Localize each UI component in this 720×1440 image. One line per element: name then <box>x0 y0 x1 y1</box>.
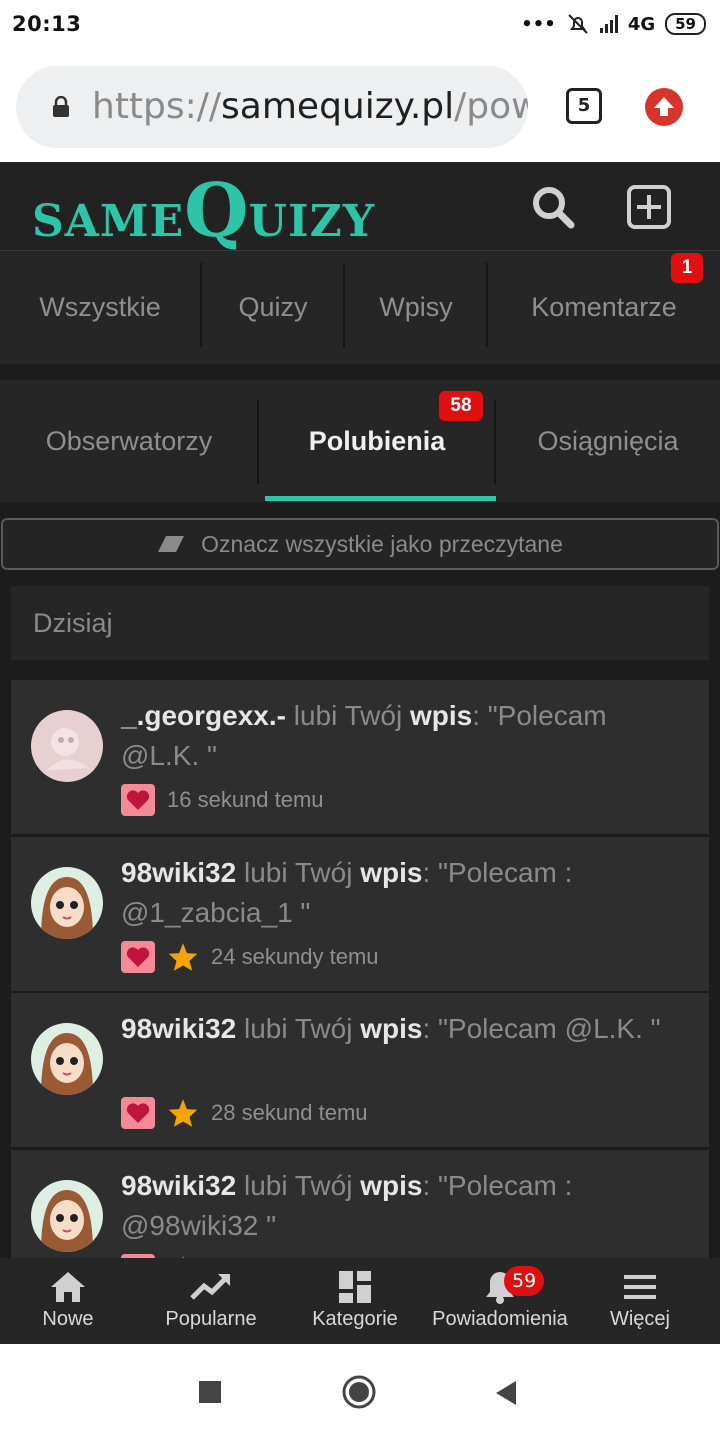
browser-toolbar: https://samequizy.pl/pow 5 <box>0 52 720 162</box>
notifications-count-badge: 59 <box>504 1266 545 1296</box>
notification-time: 28 sekund temu <box>211 1100 368 1125</box>
tab-quizy[interactable]: Quizy <box>202 251 344 364</box>
site-header: SAMEQUIZY <box>0 162 720 254</box>
nav-powiadomienia[interactable]: Powiadomienia <box>424 1258 576 1344</box>
heart-icon <box>121 1097 155 1129</box>
notification-text: 98wiki32 lubi Twój wpis: "Polecam @L.K. … <box>121 1013 661 1044</box>
notifications-content: Oznacz wszystkie jako przeczytane Dzisia… <box>0 502 720 1258</box>
star-icon <box>168 1099 198 1127</box>
back-triangle-icon[interactable] <box>494 1380 518 1406</box>
notification-item[interactable]: 98wiki32 lubi Twój wpis: "Polecam @L.K. … <box>11 993 709 1147</box>
komentarze-badge: 1 <box>671 253 703 283</box>
more-dots-icon: ••• <box>521 13 556 35</box>
tab-switcher-button[interactable]: 5 <box>566 88 602 124</box>
notification-item[interactable]: 98wiki32 lubi Twój wpis: "Polecam : @98w… <box>11 1150 709 1258</box>
interaction-tabs: Obserwatorzy Polubienia Osiągnięcia 58 <box>0 380 720 502</box>
mute-bell-icon <box>568 14 588 34</box>
home-circle-icon[interactable] <box>341 1374 377 1410</box>
add-icon[interactable] <box>626 184 672 230</box>
tab-wpisy[interactable]: Wpisy <box>345 251 487 364</box>
upgrade-button[interactable] <box>645 88 683 126</box>
url-path: /pow <box>454 86 528 127</box>
day-header: Dzisiaj <box>11 586 709 660</box>
avatar[interactable] <box>31 1023 103 1095</box>
notification-text: _.georgexx.- lubi Twój wpis: "Polecam @L… <box>121 700 607 771</box>
url-text: https://samequizy.pl/pow <box>92 86 528 127</box>
status-time: 20:13 <box>12 12 82 36</box>
search-icon[interactable] <box>530 184 576 230</box>
status-bar: 20:13 ••• 4G 59 <box>0 0 720 52</box>
trending-icon <box>190 1274 230 1300</box>
tab-osiagniecia[interactable]: Osiągnięcia <box>496 380 720 502</box>
recents-square-icon[interactable] <box>198 1380 222 1404</box>
heart-icon <box>121 941 155 973</box>
tab-obserwatorzy[interactable]: Obserwatorzy <box>0 380 258 502</box>
home-icon <box>51 1272 85 1302</box>
eraser-icon <box>158 536 185 552</box>
nav-wiecej[interactable]: Więcej <box>594 1258 686 1344</box>
tab-wszystkie[interactable]: Wszystkie <box>0 251 200 364</box>
avatar[interactable] <box>31 1180 103 1252</box>
avatar[interactable] <box>31 710 103 782</box>
samequizy-logo[interactable]: SAMEQUIZY <box>32 168 375 254</box>
url-scheme: https:// <box>92 86 222 127</box>
menu-icon <box>624 1275 656 1299</box>
nav-kategorie[interactable]: Kategorie <box>300 1258 410 1344</box>
notification-type-tabs: Wszystkie Quizy Wpisy Komentarze 1 <box>0 250 720 364</box>
notification-text: 98wiki32 lubi Twój wpis: "Polecam : @98w… <box>121 1170 573 1241</box>
notification-time: 24 sekundy temu <box>211 944 379 969</box>
network-type: 4G <box>627 13 656 35</box>
polubienia-badge: 58 <box>439 391 483 421</box>
mark-all-read-button[interactable]: Oznacz wszystkie jako przeczytane <box>1 518 719 570</box>
url-domain: samequizy.pl <box>221 86 455 127</box>
active-tab-indicator <box>265 496 496 501</box>
notification-item[interactable]: 98wiki32 lubi Twój wpis: "Polecam : @1_z… <box>11 837 709 991</box>
star-icon <box>168 943 198 971</box>
notification-time: 16 sekund temu <box>167 787 324 812</box>
bottom-navigation: Nowe Popularne Kategorie Powiadomienia 5… <box>0 1258 720 1344</box>
arrow-up-icon <box>654 97 674 116</box>
lock-icon <box>53 96 69 117</box>
nav-popularne[interactable]: Popularne <box>152 1258 270 1344</box>
battery-indicator: 59 <box>665 13 706 35</box>
notification-text: 98wiki32 lubi Twój wpis: "Polecam : @1_z… <box>121 857 573 928</box>
avatar[interactable] <box>31 867 103 939</box>
signal-icon <box>599 15 618 33</box>
address-bar[interactable]: https://samequizy.pl/pow <box>16 66 528 148</box>
heart-icon <box>121 784 155 816</box>
nav-nowe[interactable]: Nowe <box>18 1258 118 1344</box>
grid-icon <box>339 1271 371 1303</box>
system-navigation-bar <box>0 1344 720 1440</box>
notification-item[interactable]: _.georgexx.- lubi Twój wpis: "Polecam @L… <box>11 680 709 834</box>
